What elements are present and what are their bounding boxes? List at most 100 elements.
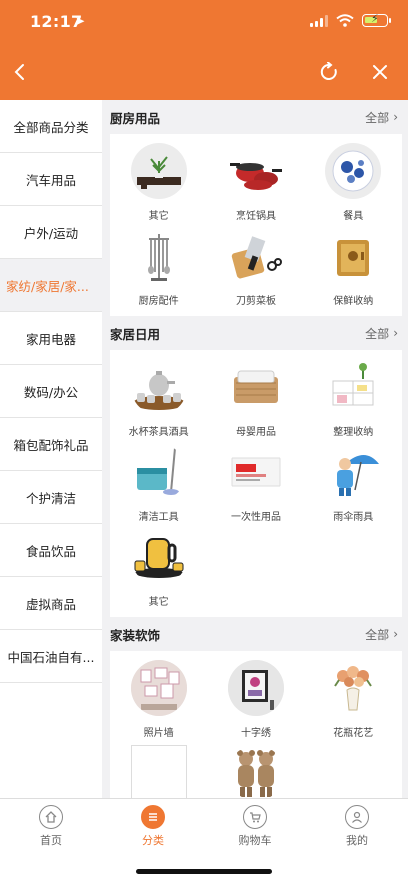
view-all-link[interactable]: 全部 › bbox=[365, 626, 398, 643]
view-all-label: 全部 bbox=[365, 110, 390, 125]
flower-vase-icon bbox=[325, 660, 381, 716]
subcategory-item[interactable]: 雨伞雨具 bbox=[305, 439, 402, 524]
tea-set-icon bbox=[131, 359, 187, 415]
tab-label: 我的 bbox=[346, 834, 368, 847]
kettle-icon bbox=[131, 529, 187, 585]
user-icon bbox=[345, 805, 369, 829]
subcategory-item[interactable]: 一次性用品 bbox=[207, 439, 304, 524]
home-indicator bbox=[136, 869, 272, 874]
status-bar: 12:17 ➤ ⚡ bbox=[0, 12, 408, 34]
tab-label: 购物车 bbox=[238, 834, 272, 847]
subcategory-label: 厨房配件 bbox=[138, 296, 179, 307]
sidebar-item-petrochina[interactable]: 中国石油自有... bbox=[0, 630, 102, 683]
subcategory-item[interactable]: 整理收纳 bbox=[305, 354, 402, 439]
subcategory-item[interactable]: 保鲜收纳 bbox=[305, 223, 402, 308]
sidebar-item-auto[interactable]: 汽车用品 bbox=[0, 153, 102, 206]
sidebar-item-label: 数码/办公 bbox=[23, 384, 79, 400]
subcategory-label: 整理收纳 bbox=[333, 427, 374, 438]
sidebar-item-home-textiles[interactable]: 家纺/家居/家... bbox=[0, 259, 102, 312]
sidebar-item-digital[interactable]: 数码/办公 bbox=[0, 365, 102, 418]
subcategory-label: 餐具 bbox=[343, 211, 364, 222]
subcategory-label: 水杯茶具酒具 bbox=[128, 427, 189, 438]
cellular-signal-icon bbox=[310, 14, 328, 27]
sidebar-item-label: 全部商品分类 bbox=[13, 119, 89, 135]
section-header-daily: 家居日用 全部 › bbox=[102, 316, 408, 350]
section-header-kitchen: 厨房用品 全部 › bbox=[102, 100, 408, 134]
battery-icon: ⚡ bbox=[362, 12, 391, 27]
sidebar-item-label: 家纺/家居/家... bbox=[6, 278, 89, 294]
sidebar-item-label: 汽车用品 bbox=[25, 172, 76, 188]
view-all-label: 全部 bbox=[365, 627, 390, 642]
subcategory-item[interactable]: 花瓶花艺 bbox=[305, 655, 402, 740]
sidebar-item-appliances[interactable]: 家用电器 bbox=[0, 312, 102, 365]
disposable-pack-icon bbox=[228, 444, 284, 500]
sidebar-item-label: 箱包配饰礼品 bbox=[13, 437, 89, 453]
cookware-icon bbox=[228, 143, 284, 199]
subcategory-item[interactable] bbox=[207, 740, 304, 798]
subcategory-label: 刀剪菜板 bbox=[235, 296, 276, 307]
subcategory-grid: 其它 烹饪锅具 餐具 厨房配件 刀剪菜板 保鲜收纳 bbox=[110, 134, 402, 316]
sidebar-item-all[interactable]: 全部商品分类 bbox=[0, 100, 102, 153]
subcategory-label: 雨伞雨具 bbox=[333, 512, 374, 523]
subcategory-item[interactable]: 餐具 bbox=[305, 138, 402, 223]
view-all-link[interactable]: 全部 › bbox=[365, 109, 398, 126]
subcategory-label: 其它 bbox=[148, 211, 169, 222]
subcategory-item[interactable]: 厨房配件 bbox=[110, 223, 207, 308]
section-title: 家装软饰 bbox=[110, 627, 161, 643]
photo-wall-icon bbox=[130, 660, 187, 716]
sidebar-item-food[interactable]: 食品饮品 bbox=[0, 524, 102, 577]
subcategory-label: 母婴用品 bbox=[235, 427, 276, 438]
tab-home[interactable]: 首页 bbox=[0, 799, 102, 883]
subcategory-label: 十字绣 bbox=[240, 728, 271, 739]
tab-label: 分类 bbox=[142, 834, 164, 847]
sidebar-item-personal-care[interactable]: 个护清洁 bbox=[0, 471, 102, 524]
sidebar-item-outdoor[interactable]: 户外/运动 bbox=[0, 206, 102, 259]
subcategory-label: 一次性用品 bbox=[230, 512, 281, 523]
subcategory-label: 花瓶花艺 bbox=[333, 728, 374, 739]
category-icon bbox=[141, 805, 165, 829]
sidebar-item-virtual[interactable]: 虚拟商品 bbox=[0, 577, 102, 630]
umbrella-icon bbox=[325, 444, 381, 500]
utensil-rack-icon bbox=[131, 228, 187, 284]
subcategory-label: 其它 bbox=[148, 597, 169, 608]
sidebar-item-label: 中国石油自有... bbox=[7, 649, 95, 665]
subcategory-item[interactable]: 其它 bbox=[110, 524, 207, 609]
baby-basket-icon bbox=[228, 359, 284, 415]
shelf-plant-icon bbox=[130, 143, 187, 199]
subcategory-item[interactable] bbox=[110, 740, 207, 798]
tab-profile[interactable]: 我的 bbox=[306, 799, 408, 883]
teddy-bears-icon bbox=[228, 745, 284, 798]
view-all-link[interactable]: 全部 › bbox=[365, 325, 398, 342]
subcategory-item[interactable]: 烹饪锅具 bbox=[207, 138, 304, 223]
subcategory-label: 烹饪锅具 bbox=[235, 211, 276, 222]
subcategory-item[interactable]: 刀剪菜板 bbox=[207, 223, 304, 308]
subcategory-grid: 水杯茶具酒具 母婴用品 整理收纳 清洁工具 一次性用品 雨伞雨具 其它 bbox=[110, 350, 402, 617]
sidebar-item-bags-gifts[interactable]: 箱包配饰礼品 bbox=[0, 418, 102, 471]
subcategory-item[interactable]: 照片墙 bbox=[110, 655, 207, 740]
mop-bucket-icon bbox=[131, 444, 187, 500]
home-icon bbox=[39, 805, 63, 829]
chevron-left-icon bbox=[14, 64, 24, 80]
view-all-label: 全部 bbox=[365, 326, 390, 341]
back-button[interactable] bbox=[6, 58, 34, 86]
refresh-button[interactable] bbox=[315, 58, 343, 86]
refresh-icon bbox=[320, 62, 337, 80]
close-button[interactable] bbox=[366, 58, 394, 86]
tab-label: 首页 bbox=[40, 834, 62, 847]
subcategory-item[interactable]: 清洁工具 bbox=[110, 439, 207, 524]
sidebar-item-label: 食品饮品 bbox=[25, 543, 76, 559]
subcategory-item[interactable]: 水杯茶具酒具 bbox=[110, 354, 207, 439]
subcategory-item[interactable]: 十字绣 bbox=[207, 655, 304, 740]
subcategory-label: 清洁工具 bbox=[138, 512, 179, 523]
subcategory-grid: 照片墙 十字绣 花瓶花艺 bbox=[110, 651, 402, 798]
chevron-right-icon: › bbox=[393, 110, 398, 124]
subcategory-item[interactable]: 其它 bbox=[110, 138, 207, 223]
header: 12:17 ➤ ⚡ bbox=[0, 0, 408, 100]
chevron-right-icon: › bbox=[393, 627, 398, 641]
subcategory-label: 保鲜收纳 bbox=[333, 296, 374, 307]
sidebar-item-label: 个护清洁 bbox=[25, 490, 76, 506]
sidebar-item-label: 家用电器 bbox=[25, 331, 76, 347]
knife-board-icon bbox=[228, 228, 284, 284]
subcategory-item[interactable]: 母婴用品 bbox=[207, 354, 304, 439]
close-icon bbox=[373, 65, 387, 79]
